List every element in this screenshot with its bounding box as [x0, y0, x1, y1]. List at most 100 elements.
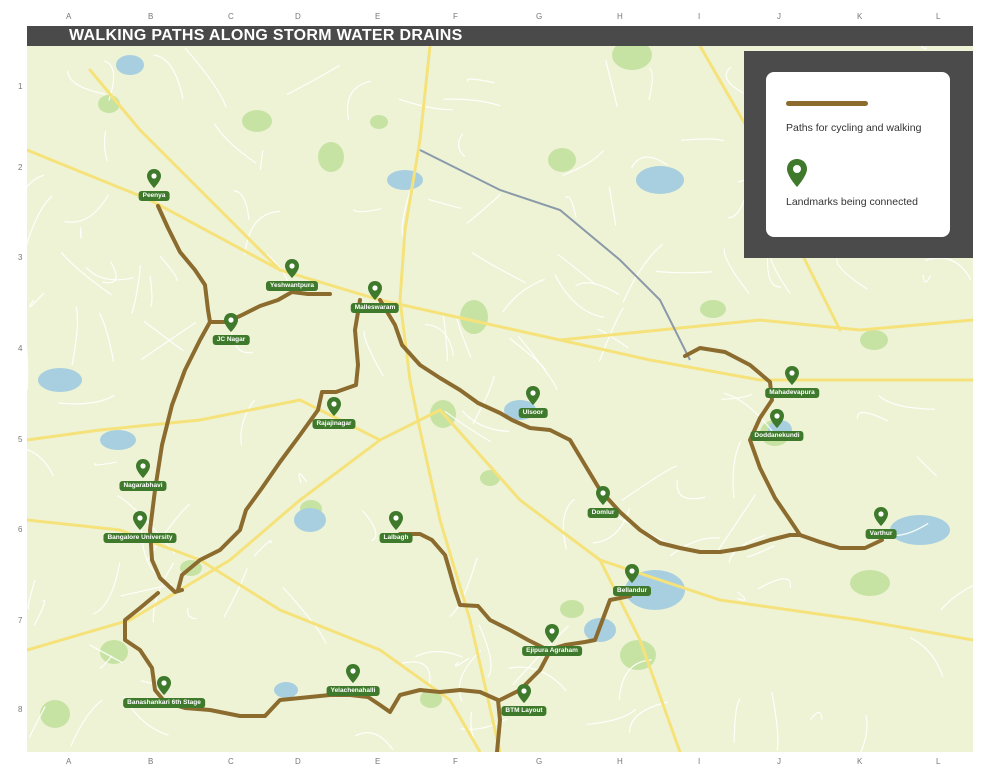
grid-column-label: H	[617, 757, 623, 766]
minor-road	[940, 584, 973, 611]
major-road	[558, 318, 973, 342]
minor-road	[608, 186, 617, 226]
pin-dot	[789, 370, 795, 376]
landmark-label[interactable]: Malleswaram	[350, 303, 400, 313]
landmark-label[interactable]: Bellandur	[613, 586, 651, 596]
pin-dot	[161, 680, 167, 686]
minor-road	[725, 66, 744, 94]
minor-road	[428, 198, 462, 209]
pin-dot	[140, 463, 146, 469]
landmark-label[interactable]: Nagarabhavi	[119, 481, 167, 491]
pin-dot	[549, 628, 555, 634]
landmark-label[interactable]: BTM Layout	[501, 706, 547, 716]
grid-column-label: E	[375, 12, 381, 21]
landmark-label[interactable]: Yelachenahalli	[326, 686, 380, 696]
pin-dot	[289, 263, 295, 269]
minor-road	[143, 321, 184, 352]
grid-column-label: L	[936, 12, 941, 21]
walking-path-network	[123, 204, 884, 752]
minor-road	[79, 227, 82, 239]
minor-road	[562, 498, 576, 550]
minor-road	[736, 591, 746, 601]
minor-road	[565, 196, 577, 218]
minor-road	[415, 650, 463, 658]
landmark-label[interactable]: Mahadevapura	[765, 388, 819, 398]
grid-column-label: L	[936, 757, 941, 766]
park-area	[318, 142, 344, 172]
minor-road	[628, 701, 668, 733]
map-pin-icon	[545, 624, 559, 643]
minor-road	[910, 637, 944, 677]
minor-road	[621, 465, 677, 502]
landmark-label[interactable]: JC Nagar	[212, 335, 250, 345]
grid-column-label: A	[66, 757, 72, 766]
park-area	[242, 110, 272, 132]
landmark-label[interactable]: Doddanekundi	[750, 431, 804, 441]
title-bar: WALKING PATHS ALONG STORM WATER DRAINS	[27, 26, 973, 46]
pin-dot	[600, 490, 606, 496]
minor-road	[586, 708, 637, 726]
grid-row-label: 5	[18, 435, 23, 444]
minor-road	[240, 399, 256, 446]
pin-dot	[521, 688, 527, 694]
walking-path	[176, 298, 362, 592]
pin-dot	[137, 515, 143, 521]
walking-path	[683, 346, 884, 550]
landmark-label[interactable]: Varthur	[865, 529, 897, 539]
landmark-label[interactable]: Peenya	[138, 191, 170, 201]
grid-row-label: 2	[18, 163, 23, 172]
landmark-label[interactable]: Rajajinagar	[312, 419, 356, 429]
minor-road	[159, 255, 178, 282]
pin-dot	[629, 568, 635, 574]
grid-column-label: C	[228, 757, 234, 766]
minor-road	[60, 251, 112, 296]
minor-road	[575, 282, 620, 295]
lake	[100, 430, 136, 450]
map-pin-icon	[147, 169, 161, 188]
landmark-label[interactable]: Domlur	[587, 508, 619, 518]
minor-road	[131, 265, 142, 314]
landmark-label[interactable]: Ulsoor	[518, 408, 548, 418]
landmark-label[interactable]: Lalbagh	[379, 533, 413, 543]
minor-road	[120, 583, 172, 597]
grid-column-label: G	[536, 757, 543, 766]
grid-column-label: D	[295, 757, 301, 766]
minor-road	[286, 64, 341, 95]
minor-road	[471, 251, 527, 284]
pin-dot	[331, 401, 337, 407]
pin-dot	[228, 317, 234, 323]
minor-road	[71, 306, 79, 366]
minor-road	[732, 440, 742, 499]
map-pin-icon	[224, 313, 238, 332]
minor-road	[98, 312, 115, 362]
minor-road	[362, 510, 377, 542]
minor-road	[363, 330, 384, 377]
grid-column-label: K	[857, 757, 863, 766]
lake	[38, 368, 82, 392]
park-area	[850, 570, 890, 596]
minor-road	[398, 98, 454, 111]
landmark-label[interactable]: Ejipura Agraham	[522, 646, 582, 656]
minor-road	[766, 256, 782, 288]
minor-road	[466, 78, 495, 84]
map-pin-icon	[874, 507, 888, 526]
landmark-label[interactable]: Bangalore University	[103, 533, 177, 543]
minor-road	[457, 133, 466, 157]
landmark-label[interactable]: Banashankari 6th Stage	[123, 698, 205, 708]
minor-road	[58, 394, 115, 405]
pin-dot	[372, 285, 378, 291]
lake	[636, 166, 684, 194]
minor-road	[117, 495, 176, 555]
minor-road	[33, 599, 46, 626]
grid-column-label: J	[777, 12, 781, 21]
map-pin-icon	[517, 684, 531, 703]
minor-road	[836, 258, 868, 290]
legend: Paths for cycling and walking Landmarks …	[744, 51, 973, 258]
minor-road	[454, 657, 470, 667]
map-pin-icon	[136, 459, 150, 478]
minor-road	[680, 138, 724, 142]
grid-row-label: 4	[18, 344, 23, 353]
map-pin-icon	[596, 486, 610, 505]
landmark-label[interactable]: Yeshwantpura	[265, 281, 319, 291]
legend-landmark-label: Landmarks being connected	[786, 196, 918, 208]
